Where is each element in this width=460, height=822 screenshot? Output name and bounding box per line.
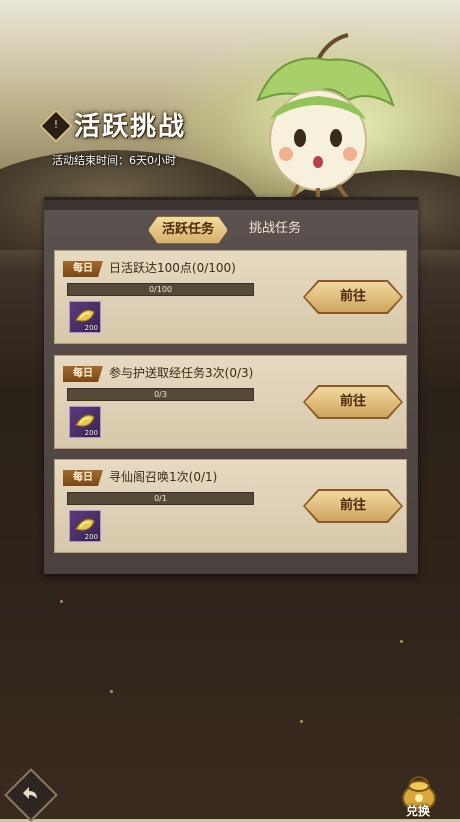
header-mark-icon: ! (53, 118, 59, 131)
task-card: 每日 参与护送取经任务3次(0/3) 0/3 200 前往 (54, 355, 407, 449)
go-button[interactable]: 前往 (305, 282, 401, 312)
reward-count: 200 (84, 533, 98, 541)
dust-particle (400, 640, 403, 643)
reward-count: 200 (84, 429, 98, 437)
reward-item[interactable]: 200 (69, 510, 101, 542)
dust-particle (110, 690, 113, 693)
dust-particle (60, 600, 63, 603)
task-title: 参与护送取经任务3次(0/3) (109, 366, 254, 380)
task-tabs: 活跃任务 挑战任务 (44, 216, 418, 242)
task-title: 寻仙阁召唤1次(0/1) (109, 470, 218, 484)
tab-challenge-tasks[interactable]: 挑战任务 (240, 216, 310, 242)
task-card: 每日 日活跃达100点(0/100) 0/100 200 前往 (54, 250, 407, 344)
task-progress-bar: 0/3 (67, 388, 254, 401)
task-progress-bar: 0/1 (67, 492, 254, 505)
panel-top-bar (44, 200, 418, 210)
event-end-time: 活动结束时间：6天0小时 (52, 154, 176, 167)
progress-text: 0/3 (154, 390, 167, 399)
tab-active-tasks[interactable]: 活跃任务 (148, 216, 228, 244)
progress-text: 0/100 (148, 285, 173, 294)
daily-badge: 每日 (63, 470, 103, 486)
progress-text: 0/1 (154, 494, 167, 503)
exchange-label: 兑换 (405, 804, 430, 818)
reward-item[interactable]: 200 (69, 406, 101, 438)
go-button[interactable]: 前往 (305, 491, 401, 521)
dust-particle (300, 720, 303, 723)
daily-badge: 每日 (63, 261, 103, 277)
reward-count: 200 (84, 324, 98, 332)
back-arrow-icon[interactable] (17, 781, 43, 807)
reward-item[interactable]: 200 (69, 301, 101, 333)
task-panel: 活跃任务 挑战任务 每日 日活跃达100点(0/100) 0/100 200 前… (44, 197, 418, 574)
page-title: 活跃挑战 (74, 112, 187, 142)
daily-badge: 每日 (63, 366, 103, 382)
task-card: 每日 寻仙阁召唤1次(0/1) 0/1 200 前往 (54, 459, 407, 553)
task-title: 日活跃达100点(0/100) (109, 261, 236, 275)
task-progress-bar: 0/100 (67, 283, 254, 296)
go-button[interactable]: 前往 (305, 387, 401, 417)
